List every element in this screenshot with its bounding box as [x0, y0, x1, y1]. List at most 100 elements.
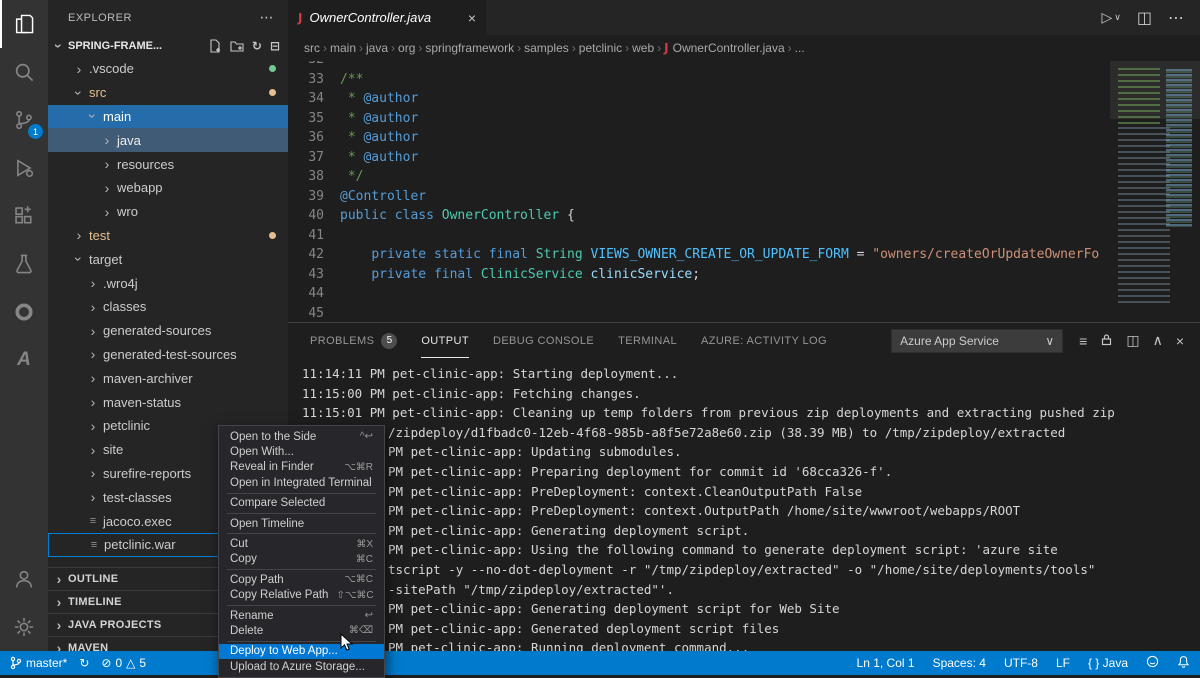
menu-item-upload-to-azure-storage[interactable]: Upload to Azure Storage... — [219, 659, 384, 674]
ring-icon[interactable] — [0, 288, 48, 336]
menu-item-compare-selected[interactable]: Compare Selected — [219, 496, 384, 511]
breadcrumb-label: petclinic — [579, 41, 622, 55]
cursor-position[interactable]: Ln 1, Col 1 — [857, 656, 915, 670]
log-line: /zipdeploy/d1fbadc0-12eb-4f68-985b-a8f5e… — [302, 423, 1200, 443]
menu-item-open-in-integrated-terminal[interactable]: Open in Integrated Terminal — [219, 475, 384, 490]
refresh-icon[interactable]: ↻ — [252, 39, 262, 53]
search-icon[interactable] — [0, 48, 48, 96]
tree-item-test[interactable]: ›test — [48, 224, 288, 248]
tree-item-generated-sources[interactable]: ›generated-sources — [48, 319, 288, 343]
menu-item-deploy-to-web-app[interactable]: Deploy to Web App... — [219, 644, 384, 659]
new-folder-icon[interactable] — [230, 39, 244, 53]
chevron-right-icon: › — [100, 181, 114, 195]
menu-item-open-with[interactable]: Open With... — [219, 444, 384, 459]
account-icon[interactable] — [0, 555, 48, 603]
new-file-icon[interactable] — [208, 39, 222, 53]
split-panel-icon[interactable]: ◫ — [1126, 332, 1139, 349]
menu-item-label: Rename — [230, 610, 273, 622]
panel-tab-problems[interactable]: PROBLEMS5 — [310, 323, 397, 358]
output-log[interactable]: 11:14:11 PM pet-clinic-app: Starting dep… — [288, 358, 1200, 651]
feedback-icon[interactable] — [1146, 655, 1159, 671]
menu-item-delete[interactable]: Delete⌘⌫ — [219, 623, 384, 638]
menu-item-cut[interactable]: Cut⌘X — [219, 536, 384, 551]
git-branch-status[interactable]: master* — [10, 656, 67, 670]
menu-item-copy[interactable]: Copy⌘C — [219, 552, 384, 567]
sync-icon: ↻ — [79, 656, 89, 670]
notifications-bell-icon[interactable] — [1177, 655, 1190, 671]
code-editor[interactable]: 3233/**34 * @author35 * @author36 * @aut… — [288, 61, 1200, 322]
menu-item-open-timeline[interactable]: Open Timeline — [219, 516, 384, 531]
source-control-icon[interactable]: 1 — [0, 96, 48, 144]
breadcrumb-item-web[interactable]: web — [632, 41, 654, 55]
tree-item-label: classes — [103, 299, 146, 314]
encoding-status[interactable]: UTF-8 — [1004, 656, 1038, 670]
chevron-separator-icon: › — [418, 41, 422, 55]
tab-ownercontroller-java[interactable]: J OwnerController.java × — [288, 0, 486, 35]
tree-item-src[interactable]: ›src — [48, 81, 288, 105]
tree-item-webapp[interactable]: ›webapp — [48, 176, 288, 200]
maximize-panel-icon[interactable]: ∧ — [1153, 332, 1163, 349]
chevron-down-icon: › — [72, 86, 86, 100]
tree-item-wro[interactable]: ›wro — [48, 200, 288, 224]
menu-item-copy-relative-path[interactable]: Copy Relative Path⇧⌥⌘C — [219, 588, 384, 603]
language-mode[interactable]: { } Java — [1088, 656, 1128, 670]
test-flask-icon[interactable] — [0, 240, 48, 288]
activity-bar: 1 A — [0, 0, 48, 651]
more-actions-icon[interactable]: ⋯ — [260, 9, 275, 26]
close-tab-icon[interactable]: × — [468, 10, 476, 26]
tree-item-generated-test-sources[interactable]: ›generated-test-sources — [48, 343, 288, 367]
menu-item-copy-path[interactable]: Copy Path⌥⌘C — [219, 572, 384, 587]
tree-item-main[interactable]: ›main — [48, 105, 288, 129]
output-lines-icon[interactable]: ≡ — [1079, 333, 1087, 349]
output-channel-select[interactable]: Azure App Service ∨ — [891, 329, 1063, 353]
split-editor-icon[interactable]: ◫ — [1137, 8, 1152, 28]
code-line: 38 */ — [288, 167, 1110, 187]
code-token: clinicService — [590, 267, 692, 282]
menu-separator — [227, 605, 376, 606]
run-button[interactable]: ▷∨ — [1102, 9, 1121, 26]
tree-item-resources[interactable]: ›resources — [48, 152, 288, 176]
breadcrumb-item-springframework[interactable]: springframework — [425, 41, 514, 55]
breadcrumb-item-petclinic[interactable]: petclinic — [579, 41, 622, 55]
tree-item-maven-archiver[interactable]: ›maven-archiver — [48, 366, 288, 390]
menu-item-reveal-in-finder[interactable]: Reveal in Finder⌥⌘R — [219, 460, 384, 475]
menu-item-label: Copy Relative Path — [230, 589, 328, 601]
settings-gear-icon[interactable] — [0, 603, 48, 651]
code-token: /** — [340, 72, 363, 87]
panel-tab-azure-activity-log[interactable]: AZURE: ACTIVITY LOG — [701, 323, 827, 358]
collapse-all-icon[interactable]: ⊟ — [270, 39, 280, 53]
tree-item-vscode[interactable]: ›.vscode — [48, 57, 288, 81]
problems-status[interactable]: ⊘ 0 △ 5 — [101, 656, 146, 670]
breadcrumb-item-org[interactable]: org — [398, 41, 415, 55]
run-debug-icon[interactable] — [0, 144, 48, 192]
sync-button[interactable]: ↻ — [79, 656, 89, 670]
eol-status[interactable]: LF — [1056, 656, 1070, 670]
indentation-status[interactable]: Spaces: 4 — [933, 656, 986, 670]
tree-item-wro4j[interactable]: ›.wro4j — [48, 271, 288, 295]
breadcrumb-item-src[interactable]: src — [304, 41, 320, 55]
breadcrumb-item-main[interactable]: main — [330, 41, 356, 55]
tree-item-target[interactable]: ›target — [48, 247, 288, 271]
tree-item-classes[interactable]: ›classes — [48, 295, 288, 319]
minimap[interactable] — [1110, 61, 1200, 322]
breadcrumb-item-ownercontroller-java[interactable]: JOwnerController.java — [664, 41, 785, 55]
more-actions-icon[interactable]: ⋯ — [1168, 8, 1184, 28]
breadcrumb-item-java[interactable]: java — [366, 41, 388, 55]
extensions-icon[interactable] — [0, 192, 48, 240]
lock-scroll-icon[interactable] — [1100, 333, 1113, 349]
panel-tab-terminal[interactable]: TERMINAL — [618, 323, 677, 358]
tree-item-java[interactable]: ›java — [48, 128, 288, 152]
tree-item-maven-status[interactable]: ›maven-status — [48, 390, 288, 414]
panel-tab-output[interactable]: OUTPUT — [421, 323, 469, 358]
menu-item-open-to-the-side[interactable]: Open to the Side^↩ — [219, 429, 384, 444]
panel-tab-debug-console[interactable]: DEBUG CONSOLE — [493, 323, 594, 358]
azure-icon[interactable]: A — [0, 336, 48, 384]
code-line: 45 — [288, 304, 1110, 323]
breadcrumb-item-[interactable]: ... — [795, 41, 805, 55]
workspace-section-header[interactable]: › SPRING-FRAME... ↻ ⊟ — [48, 35, 288, 57]
close-panel-icon[interactable]: × — [1176, 333, 1184, 349]
menu-item-rename[interactable]: Rename↩ — [219, 608, 384, 623]
breadcrumb-item-samples[interactable]: samples — [524, 41, 569, 55]
explorer-icon[interactable] — [0, 0, 48, 48]
code-token: private — [371, 247, 426, 262]
